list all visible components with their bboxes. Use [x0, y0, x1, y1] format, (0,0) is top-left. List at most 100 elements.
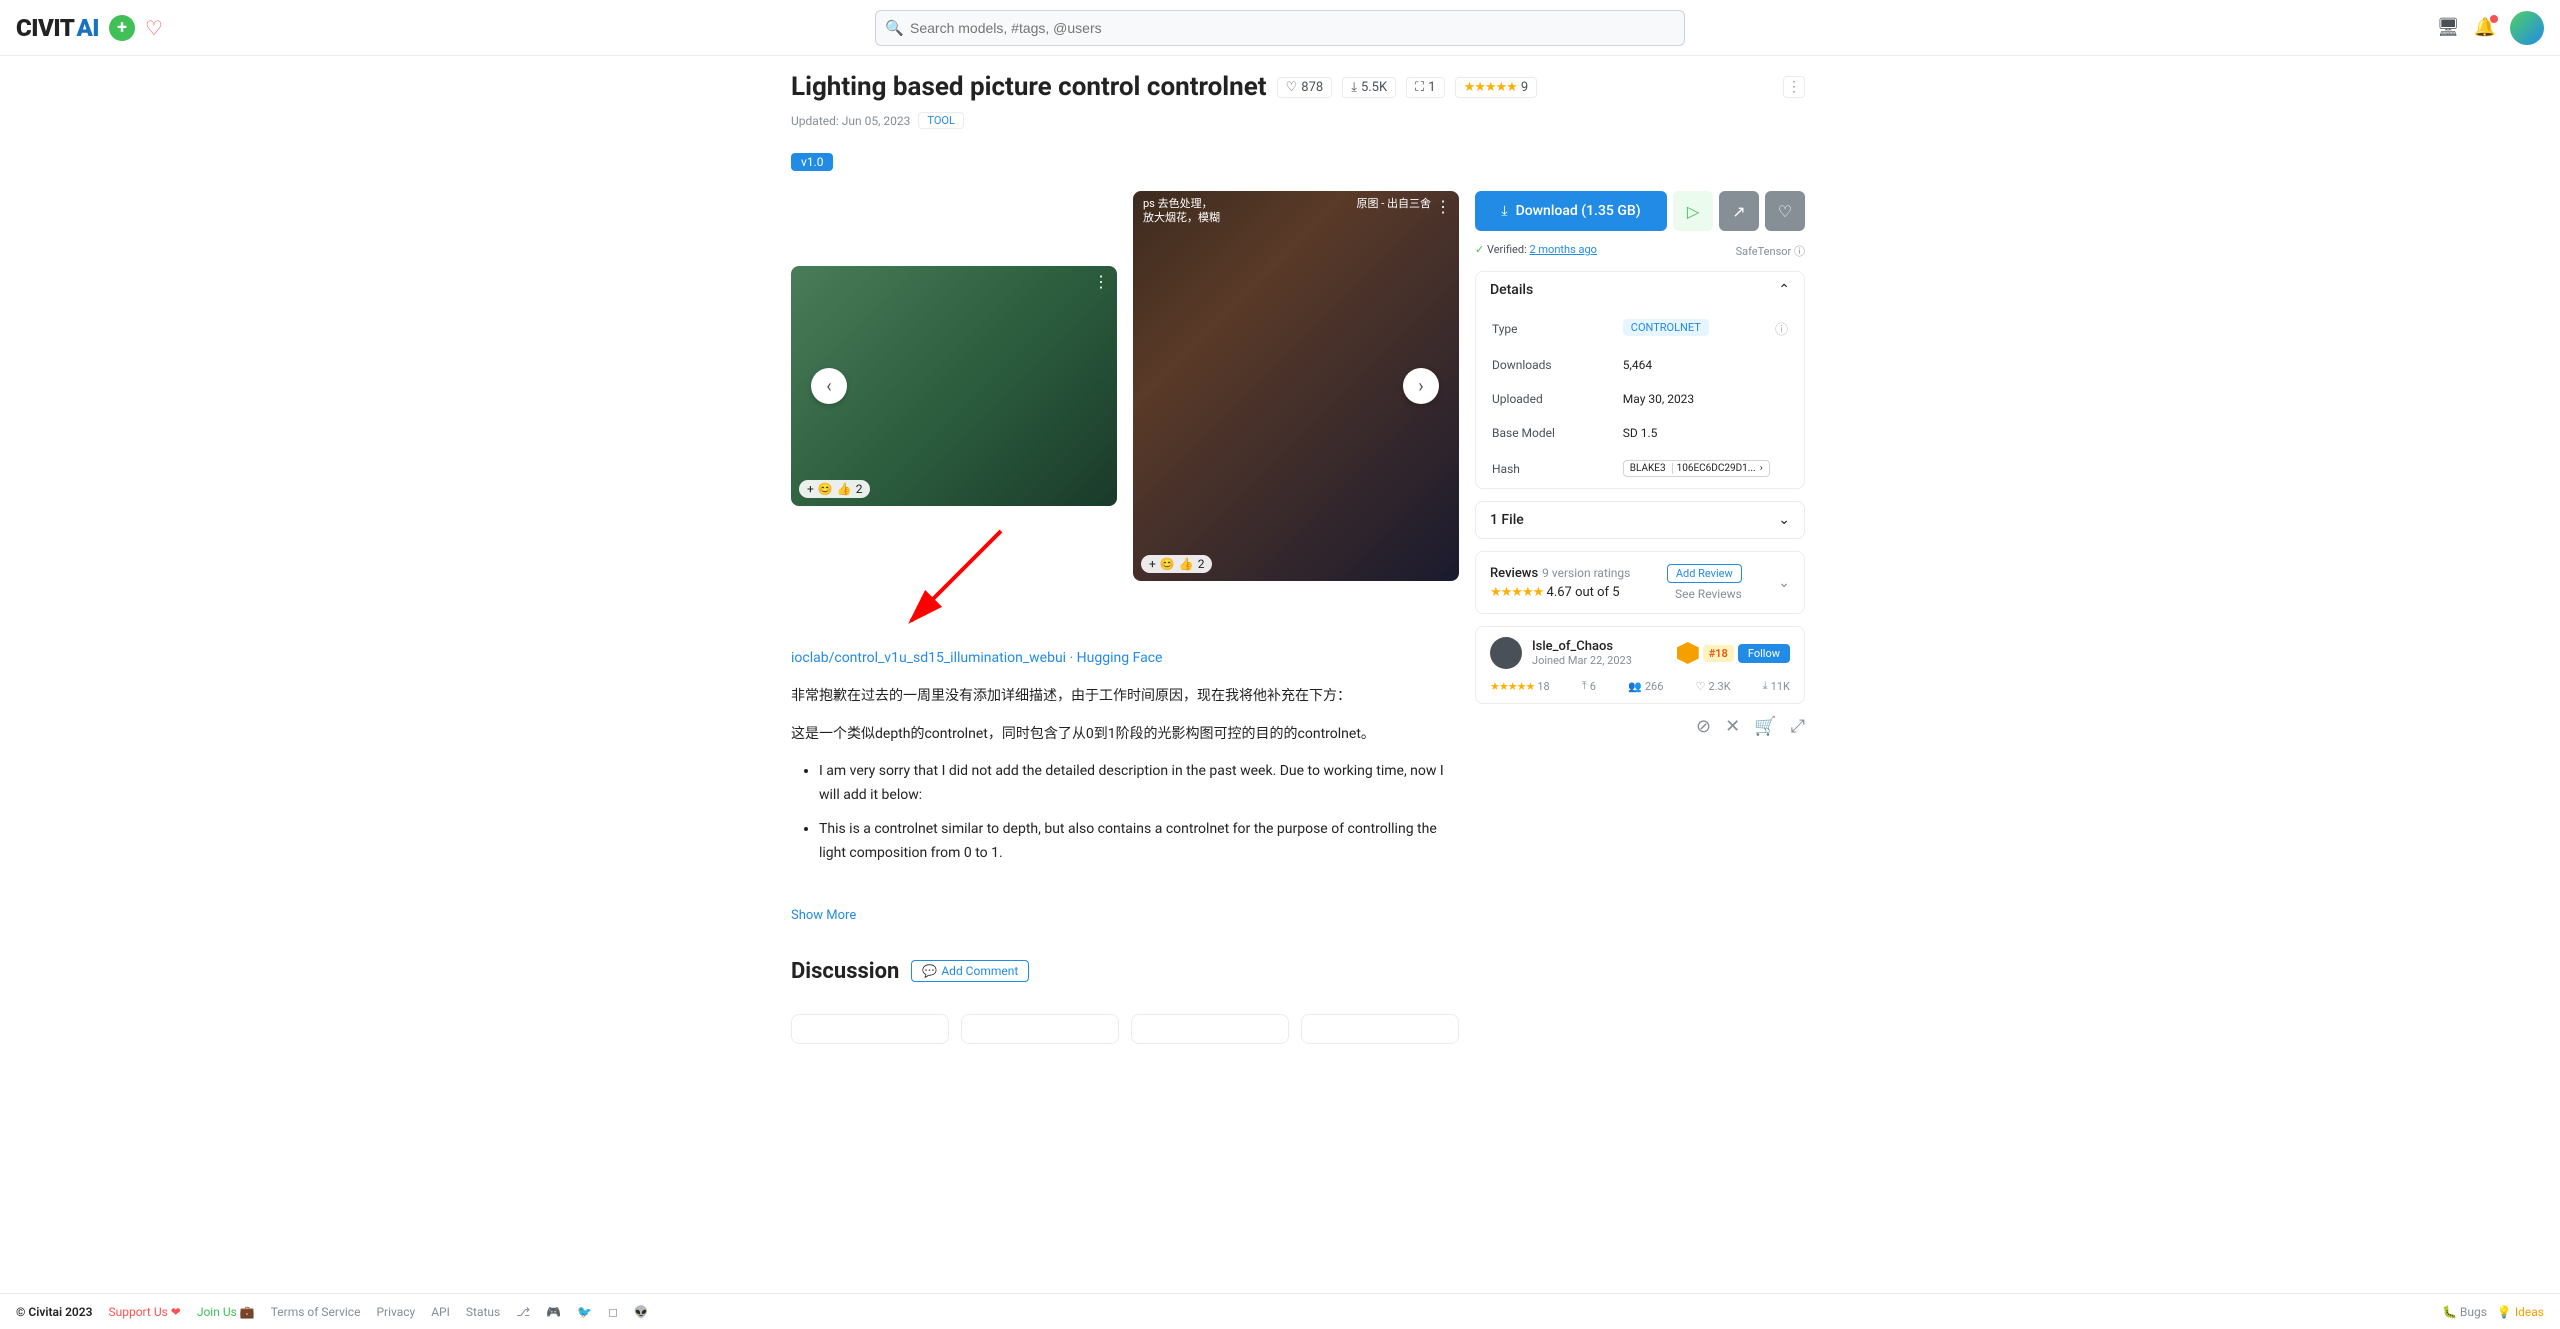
monitor-icon[interactable]: 🖥 [2437, 17, 2460, 38]
user-avatar[interactable] [2510, 11, 2544, 45]
huggingface-link[interactable]: ioclab/control_v1u_sd15_illumination_web… [791, 650, 1162, 666]
desc-p2: 这是一个类似depth的controlnet，同时包含了从0到1阶段的光影构图可… [791, 723, 1459, 747]
reviews-panel: Reviews9 version ratings ★★★★★ 4.67 out … [1475, 551, 1805, 614]
comment-card[interactable] [1301, 1014, 1459, 1044]
privacy-link[interactable]: Privacy [376, 1305, 415, 1319]
no-remix-icon[interactable]: ✕ [1725, 716, 1740, 737]
stat-likes[interactable]: ♡878 [1277, 77, 1333, 98]
create-button[interactable]: + [109, 15, 135, 41]
verified-when-link[interactable]: 2 months ago [1530, 243, 1597, 256]
rank-hex-icon [1677, 642, 1699, 664]
favorites-icon[interactable]: ♡ [145, 16, 163, 40]
permission-icons: ⊘ ✕ 🛒 ⤢ [1475, 716, 1805, 737]
main: Lighting based picture control controlne… [775, 56, 1785, 1060]
tos-link[interactable]: Terms of Service [271, 1305, 361, 1319]
comment-card[interactable] [961, 1014, 1119, 1044]
updated-date: Updated: Jun 05, 2023 [791, 114, 910, 128]
reddit-icon[interactable]: 👽 [634, 1305, 649, 1319]
download-icon: ⤓ [1501, 203, 1507, 219]
details-header[interactable]: Details ⌃ [1476, 272, 1804, 308]
chevron-right-icon: › [1760, 463, 1763, 474]
details-hash-label: Hash [1478, 451, 1607, 486]
emoji-icon: 😊 [1160, 557, 1175, 571]
logo[interactable]: CIVITAI [16, 14, 99, 42]
share-button[interactable]: ↗ [1719, 191, 1759, 231]
stat-rating[interactable]: ★★★★★9 [1455, 77, 1538, 98]
verified-label: Verified: [1487, 243, 1527, 256]
no-person-icon[interactable]: ⊘ [1696, 716, 1711, 737]
notifications-icon[interactable]: 🔔 [2474, 17, 2496, 38]
safetensor-label: SafeTensor ⓘ [1736, 243, 1805, 259]
stat-downloads[interactable]: ⤓5.5K [1342, 77, 1396, 98]
gallery-prev-button[interactable]: ‹ [811, 368, 847, 404]
instagram-icon[interactable]: ◻ [608, 1305, 618, 1319]
join-link[interactable]: Join Us 💼 [197, 1305, 255, 1319]
title-row: Lighting based picture control controlne… [791, 72, 1805, 102]
show-more-button[interactable]: Show More [791, 908, 1459, 923]
reviews-left: Reviews9 version ratings ★★★★★ 4.67 out … [1490, 566, 1630, 600]
download-row: ⤓Download (1.35 GB) ▷ ↗ ♡ [1475, 191, 1805, 231]
no-resize-icon[interactable]: ⤢ [1791, 716, 1805, 737]
bugs-link[interactable]: 🐛 Bugs [2442, 1305, 2487, 1319]
desc-li2: This is a controlnet similar to depth, b… [819, 818, 1459, 866]
heart-icon: ♡ [1696, 680, 1706, 693]
support-link[interactable]: Support Us ❤ [109, 1305, 181, 1319]
copyright: © Civitai 2023 [16, 1305, 93, 1319]
files-header[interactable]: 1 File ⌄ [1476, 502, 1804, 538]
no-commercial-icon[interactable]: 🛒 [1754, 716, 1776, 737]
author-name[interactable]: Isle_of_Chaos [1532, 639, 1632, 654]
ideas-link[interactable]: 💡Ideas [2497, 1305, 2544, 1319]
info-icon[interactable]: ⓘ [1775, 319, 1788, 338]
add-review-button[interactable]: Add Review [1667, 564, 1742, 583]
discussion-header: Discussion 💬Add Comment [791, 959, 1459, 984]
reviews-label: Reviews [1490, 566, 1538, 581]
follow-button[interactable]: Follow [1738, 644, 1790, 663]
hash-chip[interactable]: BLAKE3106EC6DC29D1...› [1623, 460, 1770, 477]
comment-card[interactable] [1131, 1014, 1289, 1044]
thumbs-icon: 👍 [837, 482, 852, 496]
image-caption: ps 去色处理， 放大烟花，模糊 [1143, 197, 1220, 226]
author-avatar[interactable] [1490, 637, 1522, 669]
download-button[interactable]: ⤓Download (1.35 GB) [1475, 191, 1667, 231]
tool-badge[interactable]: TOOL [918, 112, 963, 129]
discord-icon[interactable]: 🎮 [546, 1305, 561, 1319]
stat-comments[interactable]: ⛶1 [1406, 77, 1444, 98]
image-caption-right: 原图 - 出自三舍 [1357, 197, 1432, 211]
favorite-button[interactable]: ♡ [1765, 191, 1805, 231]
desc-li1: I am very sorry that I did not add the d… [819, 760, 1459, 808]
chevron-up-icon: ⌃ [1778, 282, 1790, 298]
see-reviews-link[interactable]: See Reviews [1667, 587, 1742, 601]
status-link[interactable]: Status [466, 1305, 500, 1319]
chevron-down-icon[interactable]: ⌄ [1778, 575, 1790, 591]
version-row: v1.0 [791, 153, 1805, 171]
desc-p1: 非常抱歉在过去的一周里没有添加详细描述，由于工作时间原因，现在我将他补充在下方： [791, 685, 1459, 709]
more-menu-button[interactable]: ⋮ [1783, 76, 1805, 98]
image-menu-icon[interactable]: ⋮ [1093, 272, 1109, 291]
github-icon[interactable]: ⎇ [516, 1305, 530, 1319]
search-input[interactable] [875, 10, 1685, 46]
annotation-arrow [891, 521, 1011, 641]
fade-overlay [791, 866, 1459, 892]
twitter-icon[interactable]: 🐦 [577, 1305, 592, 1319]
chat-icon: 💬 [922, 964, 937, 978]
plus-icon: + [1149, 557, 1156, 571]
left-column: ‹ ⋮ +😊👍2 ps 去色处理， 放大烟花，模糊 原图 - 出自三舍 ⋮ + 😊… [791, 191, 1459, 1044]
details-basemodel-value: SD 1.5 [1609, 417, 1802, 449]
reviews-right: Add Review See Reviews [1667, 564, 1742, 601]
reaction-bar-2[interactable]: +😊👍2 [1141, 555, 1212, 573]
reaction-bar-1[interactable]: +😊👍2 [799, 480, 870, 498]
rank-number: #18 [1703, 645, 1734, 662]
controlnet-tag[interactable]: CONTROLNET [1623, 319, 1709, 336]
description: ioclab/control_v1u_sd15_illumination_web… [791, 647, 1459, 876]
chat-icon: ⛶ [1415, 80, 1424, 95]
gallery-next-button[interactable]: › [1403, 368, 1439, 404]
image-menu-icon[interactable]: ⋮ [1435, 197, 1451, 216]
reviews-sublabel: 9 version ratings [1542, 566, 1630, 580]
run-button[interactable]: ▷ [1673, 191, 1713, 231]
add-comment-button[interactable]: 💬Add Comment [911, 960, 1029, 982]
plus-icon: + [807, 482, 814, 496]
comment-card[interactable] [791, 1014, 949, 1044]
api-link[interactable]: API [431, 1305, 450, 1319]
version-badge[interactable]: v1.0 [791, 153, 833, 171]
heart-icon: ♡ [1286, 80, 1298, 95]
